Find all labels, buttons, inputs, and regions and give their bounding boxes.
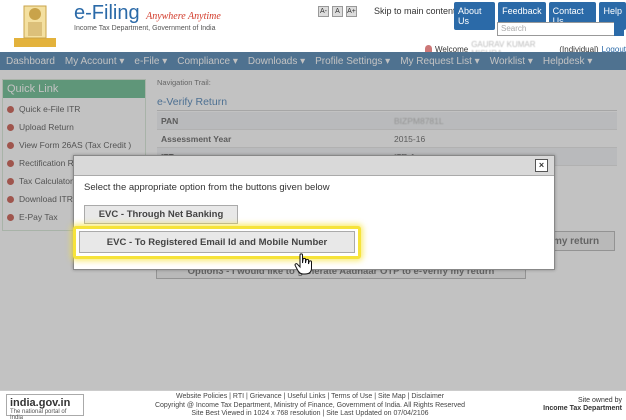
site-tagline: Anywhere Anytime (146, 11, 221, 22)
search-input[interactable]: Search (497, 22, 615, 36)
best-viewed: Site Best Viewed in 1024 x 768 resolutio… (191, 410, 429, 417)
search-button[interactable] (614, 22, 624, 36)
site-title: e-Filing (74, 2, 140, 24)
font-decrease-button[interactable]: A- (318, 6, 329, 17)
hand-cursor-icon (294, 253, 312, 275)
india-gov-logo[interactable]: india.gov.in The national portal of Indi… (6, 394, 84, 420)
dept-name: Income Tax Department, Government of Ind… (74, 25, 216, 32)
dialog-header: × (74, 156, 554, 176)
footer-link-row[interactable]: Website Policies | RTI | Grievance | Use… (140, 393, 480, 402)
footer-links: Website Policies | RTI | Grievance | Use… (140, 393, 480, 419)
font-increase-button[interactable]: A+ (346, 6, 357, 17)
skip-link[interactable]: Skip to main content (374, 6, 456, 16)
header: e-Filing Anywhere Anytime Income Tax Dep… (0, 0, 626, 58)
site-owner: Site owned by Income Tax Department (543, 397, 622, 412)
emblem-logo (14, 5, 56, 47)
font-normal-button[interactable]: A (332, 6, 343, 17)
copyright: Copyright @ Income Tax Department, Minis… (154, 401, 466, 409)
font-size-controls: A- A A+ (318, 6, 357, 17)
evc-net-banking-button[interactable]: EVC - Through Net Banking (84, 205, 238, 224)
footer: india.gov.in The national portal of Indi… (0, 390, 626, 420)
dialog-message: Select the appropriate option from the b… (84, 182, 330, 193)
about-us-button[interactable]: About Us (454, 2, 496, 30)
brand: e-Filing Anywhere Anytime Income Tax Dep… (74, 2, 221, 32)
close-icon[interactable]: × (535, 159, 548, 172)
evc-email-mobile-button[interactable]: EVC - To Registered Email Id and Mobile … (79, 231, 355, 253)
